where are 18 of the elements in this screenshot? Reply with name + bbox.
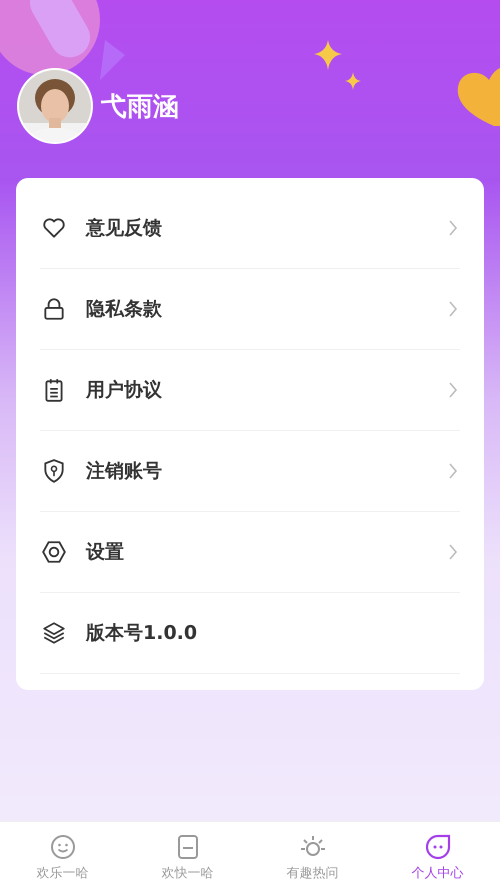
smiley-icon: [50, 834, 76, 860]
menu-item[interactable]: 版本号1.0.0: [40, 593, 460, 674]
menu-item[interactable]: 隐私条款: [40, 269, 460, 350]
menu-label: 意见反馈: [86, 216, 163, 241]
chat-face-icon: [424, 834, 450, 860]
menu-label: 用户协议: [86, 378, 163, 403]
menu-label: 隐私条款: [86, 297, 163, 322]
menu-label: 注销账号: [86, 459, 163, 484]
menu-item[interactable]: 意见反馈: [40, 188, 460, 269]
hexagon-icon: [41, 539, 67, 565]
layers-icon: [41, 620, 67, 646]
menu-label: 设置: [86, 540, 125, 565]
menu-label: 版本号1.0.0: [86, 621, 198, 646]
user-name: 弋雨涵: [101, 90, 179, 124]
tab[interactable]: 个人中心: [375, 822, 500, 894]
menu-item[interactable]: 用户协议: [40, 350, 460, 431]
menu-item[interactable]: 设置: [40, 512, 460, 593]
menu-item[interactable]: 注销账号: [40, 431, 460, 512]
